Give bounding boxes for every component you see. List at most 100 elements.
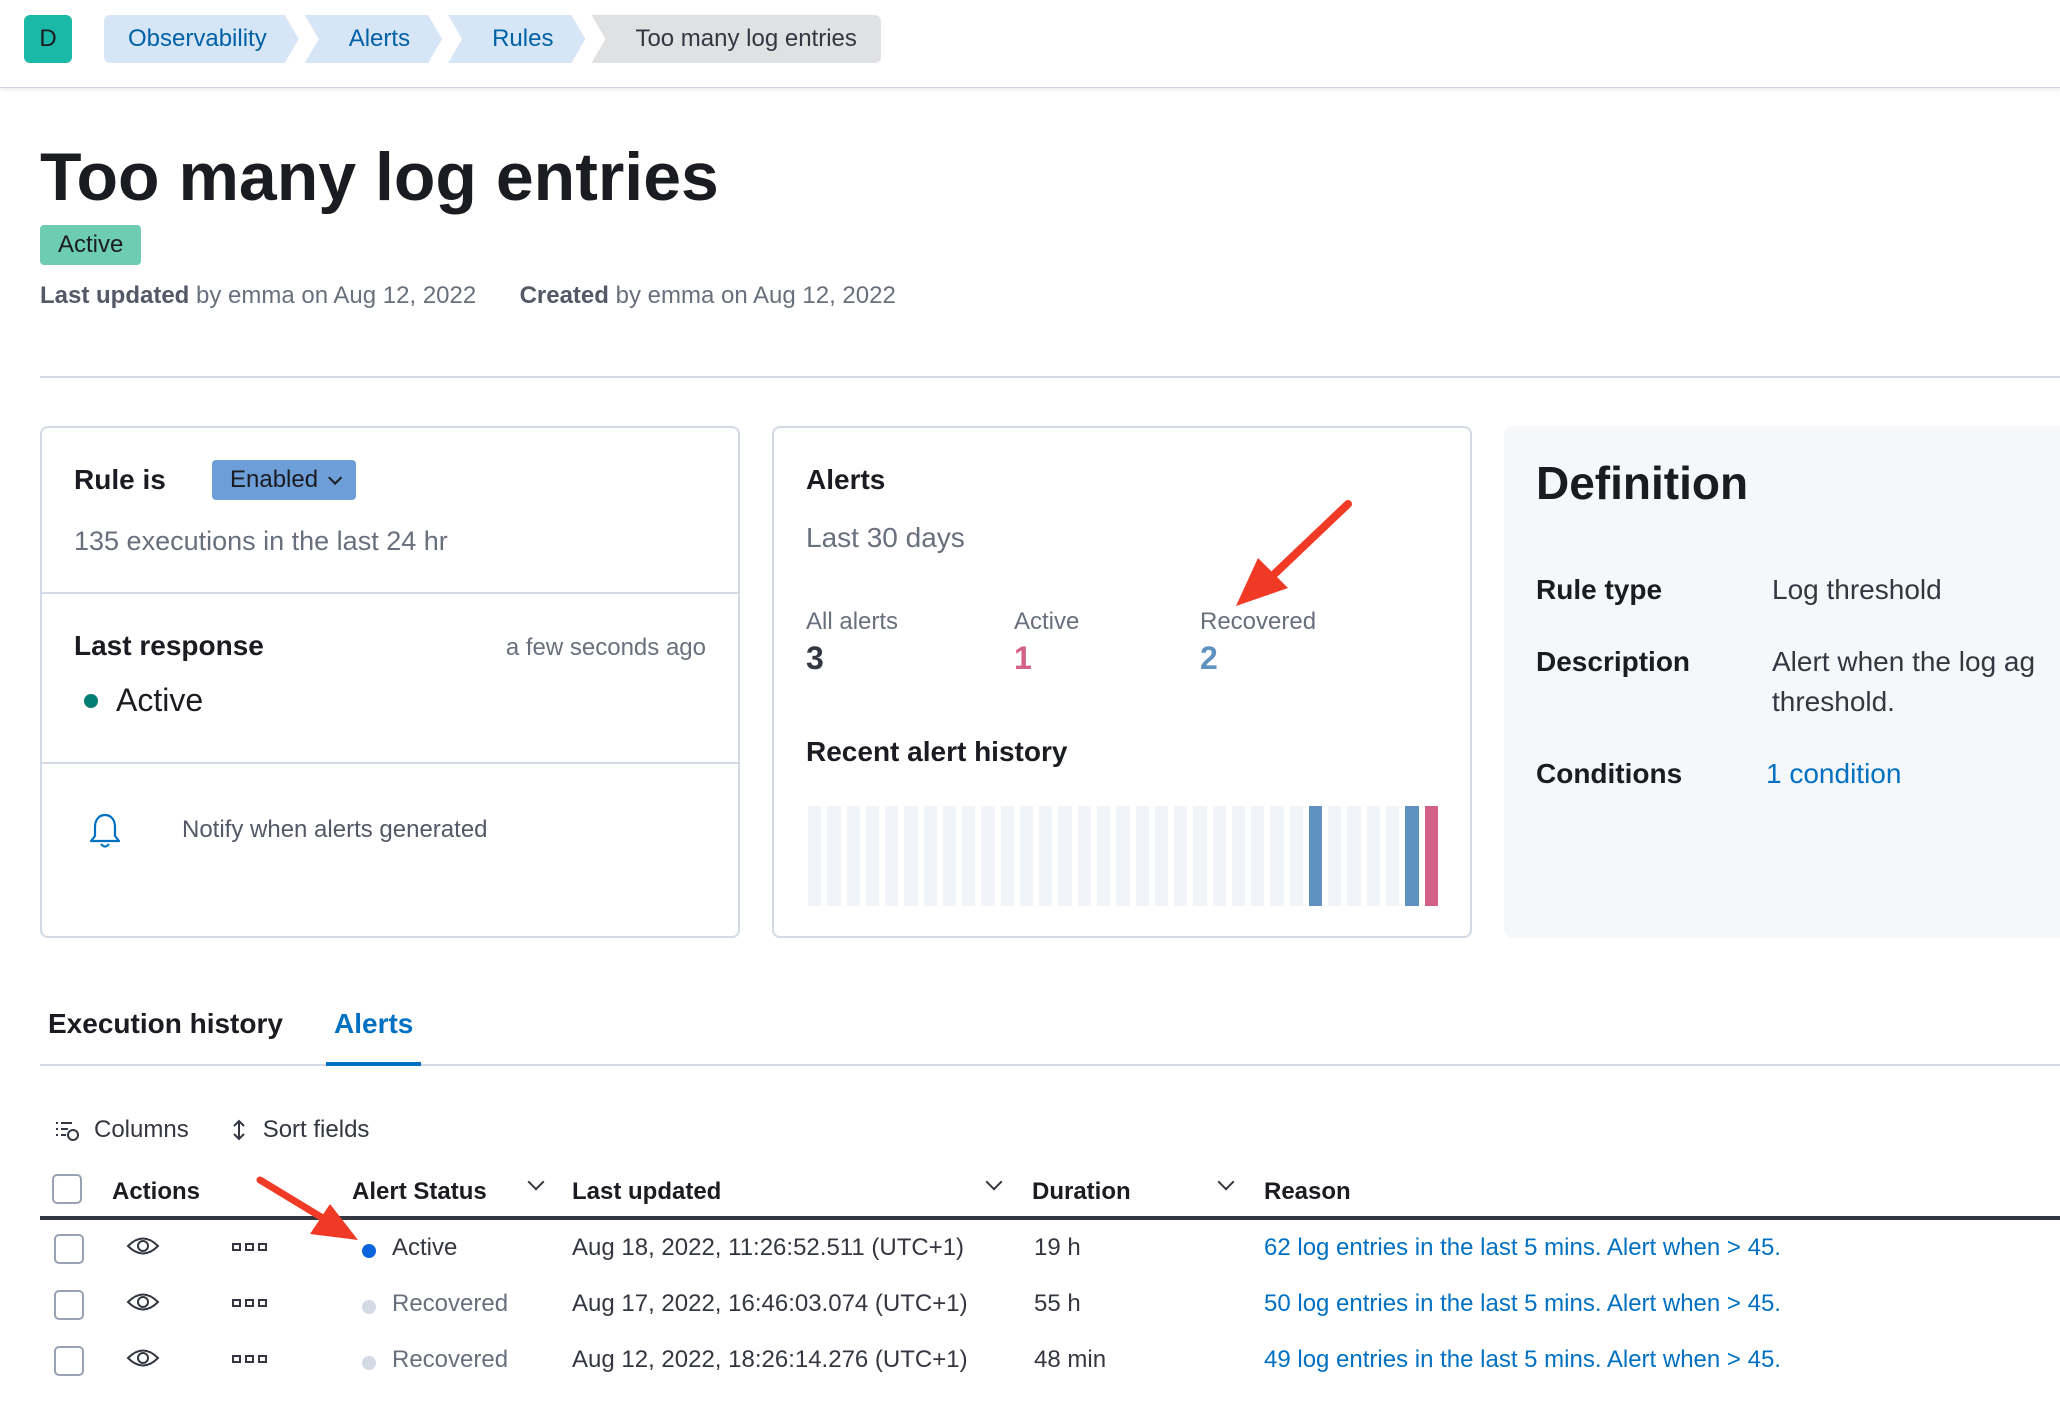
rule-status-panel: Rule is Enabled 135 executions in the la… <box>40 426 740 938</box>
history-bar <box>885 806 899 906</box>
history-bar <box>1405 806 1419 906</box>
alerts-title: Alerts <box>806 464 886 495</box>
header-reason[interactable]: Reason <box>1264 1178 1351 1206</box>
rule-type-value: Log threshold <box>1772 574 1942 605</box>
history-bar <box>1019 806 1034 906</box>
stat-active-value[interactable]: 1 <box>1014 640 1032 677</box>
columns-label: Columns <box>94 1116 189 1143</box>
last-response-label: Last response <box>74 630 264 661</box>
last-updated-text: by emma on Aug 12, 2022 <box>196 282 477 309</box>
executions-count: 135 executions in the last 24 hr <box>74 526 448 556</box>
title-divider <box>40 376 2060 378</box>
row-checkbox[interactable] <box>54 1346 84 1376</box>
reason-link[interactable]: 49 log entries in the last 5 mins. Alert… <box>1264 1346 1781 1374</box>
space-avatar[interactable]: D <box>24 15 72 63</box>
status-badge: Active <box>40 225 142 265</box>
stat-recovered-value[interactable]: 2 <box>1200 640 1218 677</box>
conditions-label: Conditions <box>1536 758 1683 789</box>
history-bar <box>865 806 880 906</box>
breadcrumb-alerts[interactable]: Alerts <box>305 15 442 63</box>
breadcrumb: Observability Alerts Rules Too many log … <box>104 15 887 63</box>
chevron-down-icon[interactable] <box>527 1173 545 1191</box>
history-bar <box>1231 806 1246 906</box>
tab-execution-history[interactable]: Execution history <box>48 1008 283 1066</box>
last-response-status: Active <box>116 682 204 718</box>
history-bar <box>1251 806 1265 906</box>
eye-icon[interactable] <box>126 1346 160 1370</box>
select-all-checkbox[interactable] <box>52 1174 82 1204</box>
detail-tabs: Execution history Alerts <box>40 1002 2060 1066</box>
sort-fields-button[interactable]: Sort fields <box>229 1116 370 1144</box>
history-bar <box>923 806 937 906</box>
reason-link[interactable]: 50 log entries in the last 5 mins. Alert… <box>1264 1290 1781 1318</box>
header-actions: Actions <box>112 1178 201 1205</box>
reason-link[interactable]: 62 log entries in the last 5 mins. Alert… <box>1264 1234 1781 1262</box>
sort-fields-label: Sort fields <box>262 1116 370 1143</box>
description-value-line2: threshold. <box>1772 686 1895 717</box>
header-duration[interactable]: Duration <box>1032 1178 1131 1206</box>
status-dot-icon <box>84 694 98 708</box>
history-bar <box>1077 806 1091 906</box>
table-row: Recovered Aug 17, 2022, 16:46:03.074 (UT… <box>40 1278 2060 1334</box>
columns-button[interactable]: Columns <box>54 1116 189 1144</box>
history-bar <box>1366 806 1380 906</box>
description-label: Description <box>1536 646 1691 677</box>
status-dot-icon <box>362 1300 376 1314</box>
history-bar <box>1212 806 1226 906</box>
row-checkbox[interactable] <box>54 1290 84 1320</box>
annotation-arrow-icon <box>1236 500 1352 606</box>
tab-alerts[interactable]: Alerts <box>326 1008 422 1066</box>
conditions-link[interactable]: 1 condition <box>1766 758 1901 790</box>
chevron-down-icon[interactable] <box>985 1173 1003 1191</box>
alerts-summary-panel: Alerts Last 30 days All alerts 3 Active … <box>772 426 1472 938</box>
last-updated: Aug 12, 2022, 18:26:14.276 (UTC+1) <box>572 1346 968 1373</box>
header-last-updated[interactable]: Last updated <box>572 1178 721 1206</box>
breadcrumb-rules[interactable]: Rules <box>448 15 585 63</box>
status-dot-icon <box>362 1356 376 1370</box>
history-bar <box>1096 806 1111 906</box>
rule-is-label: Rule is <box>74 464 166 495</box>
row-checkbox[interactable] <box>54 1234 84 1264</box>
alert-status: Recovered <box>392 1346 509 1373</box>
last-updated: Aug 17, 2022, 16:46:03.074 (UTC+1) <box>572 1290 968 1317</box>
history-bar <box>1328 806 1342 906</box>
chevron-down-icon <box>328 470 343 485</box>
chevron-down-icon[interactable] <box>1217 1173 1235 1191</box>
definition-panel: Definition Rule type Log threshold Descr… <box>1504 426 2060 938</box>
notify-text: Notify when alerts generated <box>182 816 488 843</box>
rule-type-label: Rule type <box>1536 574 1663 605</box>
history-bar <box>1116 806 1130 906</box>
history-bar <box>1000 806 1014 906</box>
more-actions-icon[interactable] <box>232 1298 268 1308</box>
header-alert-status[interactable]: Alert Status <box>352 1178 487 1206</box>
stat-active-label: Active <box>1014 608 1080 635</box>
status-dot-icon <box>362 1244 376 1258</box>
alert-history-chart <box>808 806 1438 906</box>
stat-all-alerts-value: 3 <box>806 640 824 676</box>
table-toolbar: Columns Sort fields <box>54 1112 369 1148</box>
rule-meta: Last updated by emma on Aug 12, 2022 Cre… <box>40 282 896 310</box>
alerts-period: Last 30 days <box>806 522 965 553</box>
sort-icon <box>232 1119 245 1141</box>
top-header: D Observability Alerts Rules Too many lo… <box>0 0 2060 88</box>
description-value-line1: Alert when the log ag <box>1772 646 2036 677</box>
duration: 55 h <box>1034 1290 1081 1317</box>
last-response-time: a few seconds ago <box>505 634 706 661</box>
stat-recovered-label: Recovered <box>1200 608 1317 635</box>
history-bar <box>1154 806 1169 906</box>
eye-icon[interactable] <box>126 1234 160 1258</box>
history-bar <box>1385 806 1400 906</box>
more-actions-icon[interactable] <box>232 1354 268 1364</box>
breadcrumb-observability[interactable]: Observability <box>104 15 299 63</box>
history-bar <box>904 806 918 906</box>
duration: 19 h <box>1034 1234 1081 1261</box>
eye-icon[interactable] <box>126 1290 160 1314</box>
history-bar <box>1058 806 1072 906</box>
created-text: by emma on Aug 12, 2022 <box>615 282 896 309</box>
enabled-dropdown[interactable]: Enabled <box>212 460 357 500</box>
history-bar <box>1174 806 1188 906</box>
history-bar <box>1039 806 1053 906</box>
columns-icon <box>56 1122 79 1141</box>
last-updated-label: Last updated <box>40 282 190 309</box>
history-bar <box>827 806 841 906</box>
